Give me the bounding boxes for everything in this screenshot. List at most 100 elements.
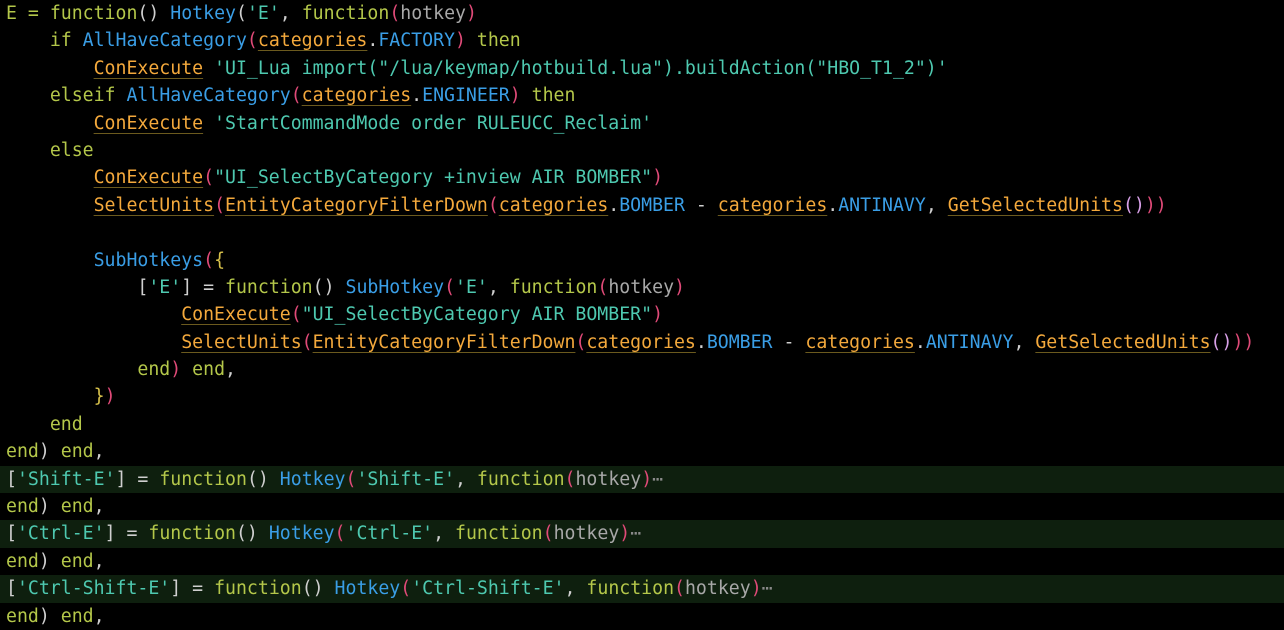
code-line[interactable]: end) end, xyxy=(0,603,1284,630)
code-token: ) xyxy=(38,605,61,627)
code-token: 'Ctrl-E' xyxy=(345,523,434,545)
code-token: end xyxy=(60,496,94,518)
code-line[interactable]: ConExecute 'StartCommandMode order RULEU… xyxy=(0,110,1284,137)
code-token: SelectUnits xyxy=(93,194,215,216)
code-token: function xyxy=(148,523,236,545)
code-token: ( xyxy=(400,578,412,600)
folded-code-line[interactable]: ['Ctrl-Shift-E'] = function() Hotkey('Ct… xyxy=(0,575,1284,603)
code-token: SubHotkey xyxy=(345,276,445,298)
fold-ellipsis-icon[interactable]: ⋯ xyxy=(652,469,663,490)
code-token: . xyxy=(914,331,926,353)
code-token: - xyxy=(772,331,806,353)
code-token: 'UI_Lua import("/lua/keymap/hotbuild.lua… xyxy=(203,57,948,79)
code-token: Hotkey xyxy=(279,468,346,490)
code-token: { xyxy=(214,249,226,271)
code-token: 'E' xyxy=(246,3,280,24)
code-token: GetSelectedUnits xyxy=(947,194,1123,216)
code-token: function xyxy=(509,276,598,298)
code-token: end xyxy=(6,496,39,518)
code-line[interactable]: SelectUnits(EntityCategoryFilterDown(cat… xyxy=(0,329,1284,356)
code-line[interactable]: SelectUnits(EntityCategoryFilterDown(cat… xyxy=(0,192,1284,219)
code-line[interactable]: end) end, xyxy=(0,548,1284,575)
code-line[interactable]: ConExecute("UI_SelectByCategory AIR BOMB… xyxy=(0,301,1284,328)
code-line[interactable]: end) end, xyxy=(0,356,1284,383)
code-token: ConExecute xyxy=(93,167,204,189)
code-token: ConExecute xyxy=(93,57,204,79)
code-line[interactable]: elseif AllHaveCategory(categories.ENGINE… xyxy=(0,82,1284,109)
code-token: SelectUnits xyxy=(181,331,302,353)
code-token: elseif xyxy=(49,85,127,107)
code-token: GetSelectedUnits xyxy=(1035,331,1211,353)
code-token: [ xyxy=(6,468,17,490)
code-token: 'Ctrl-E' xyxy=(16,523,105,545)
code-token: ( xyxy=(203,167,215,189)
code-line[interactable]: }) xyxy=(0,383,1284,410)
code-token: ) xyxy=(38,496,61,518)
code-token: () xyxy=(301,578,335,600)
code-line[interactable]: else xyxy=(0,137,1284,164)
code-token: "UI_SelectByCategory +inview AIR BOMBER" xyxy=(214,167,653,189)
code-token: 'Ctrl-Shift-E' xyxy=(16,578,171,600)
code-token: hotkey xyxy=(553,523,620,545)
code-token: ANTINAVY xyxy=(925,331,1014,353)
code-line[interactable]: end) end, xyxy=(0,493,1284,520)
code-token: , xyxy=(433,523,456,545)
code-token: 'Shift-E' xyxy=(356,468,456,490)
code-token: hotkey xyxy=(684,578,751,600)
code-token: ) xyxy=(619,523,631,545)
code-token: ( xyxy=(246,30,258,52)
code-token: ( xyxy=(389,3,401,24)
code-token: ) xyxy=(674,276,685,298)
fold-ellipsis-icon[interactable]: ⋯ xyxy=(630,523,641,544)
code-token: ( xyxy=(214,194,226,216)
code-token: function xyxy=(225,276,313,298)
code-token: E = xyxy=(6,3,50,24)
code-line[interactable]: ConExecute 'UI_Lua import("/lua/keymap/h… xyxy=(0,55,1284,82)
code-token: categories xyxy=(257,30,368,52)
code-token: categories xyxy=(586,331,696,353)
code-line[interactable]: E = function() Hotkey('E', function(hotk… xyxy=(0,0,1284,27)
code-token: BOMBER xyxy=(706,331,773,353)
code-token: 'E' xyxy=(148,276,182,298)
code-line[interactable]: if AllHaveCategory(categories.FACTORY) t… xyxy=(0,27,1284,54)
folded-code-line[interactable]: ['Ctrl-E'] = function() Hotkey('Ctrl-E',… xyxy=(0,520,1284,548)
code-line[interactable]: end xyxy=(0,411,1284,438)
code-token: if xyxy=(49,30,83,52)
code-line[interactable]: end) end, xyxy=(0,438,1284,465)
code-line[interactable]: SubHotkeys({ xyxy=(0,247,1284,274)
code-token: Hotkey xyxy=(170,3,236,24)
code-token: ) xyxy=(509,85,521,107)
code-token: ] = xyxy=(170,578,215,600)
code-token: function xyxy=(49,3,138,24)
code-token: ] = xyxy=(115,468,160,490)
folded-code-line[interactable]: ['Shift-E'] = function() Hotkey('Shift-E… xyxy=(0,465,1284,494)
fold-ellipsis-icon[interactable]: ⋯ xyxy=(762,578,773,599)
code-token: categories xyxy=(717,194,828,216)
code-token: function xyxy=(476,468,565,490)
code-line[interactable]: ['E'] = function() SubHotkey('E', functi… xyxy=(0,274,1284,301)
code-token: AllHaveCategory xyxy=(126,85,291,107)
code-line[interactable] xyxy=(0,219,1284,246)
code-token: ( xyxy=(487,194,499,216)
code-token: () xyxy=(1122,194,1145,216)
code-line[interactable]: ConExecute("UI_SelectByCategory +inview … xyxy=(0,164,1284,191)
code-token: end xyxy=(49,413,83,435)
code-token: ( xyxy=(235,3,247,24)
code-token: then xyxy=(520,85,576,107)
code-token: - xyxy=(684,194,718,216)
code-editor[interactable]: E = function() Hotkey('E', function(hotk… xyxy=(0,0,1284,630)
code-token: BOMBER xyxy=(619,194,685,216)
code-token: FACTORY xyxy=(378,30,455,52)
code-token: , xyxy=(487,276,510,298)
code-token: } xyxy=(93,386,105,408)
code-token: [ xyxy=(137,276,149,298)
code-token: ) xyxy=(652,167,664,189)
